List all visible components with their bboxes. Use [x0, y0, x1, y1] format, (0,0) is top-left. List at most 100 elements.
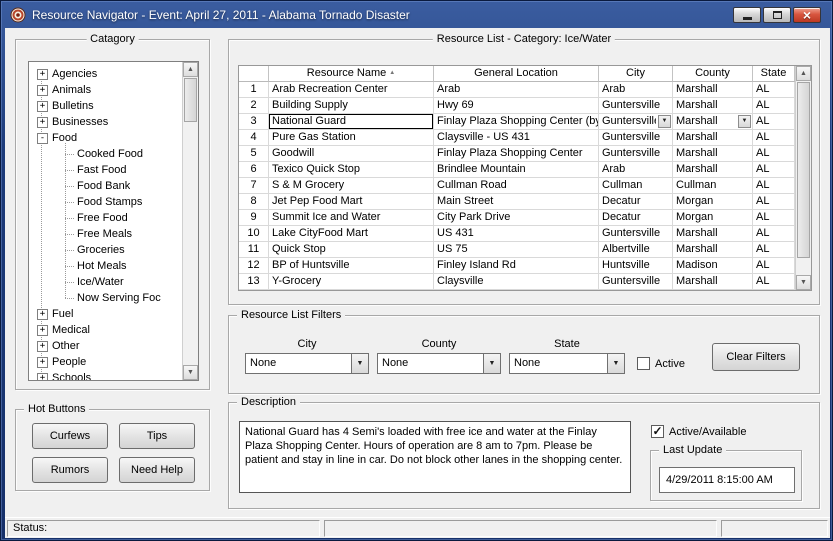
cell-general-location[interactable]: Cullman Road — [434, 178, 599, 194]
cell-city[interactable]: Guntersville — [599, 146, 673, 162]
tree-item-businesses[interactable]: + Businesses — [29, 114, 182, 130]
table-row[interactable]: 9 Summit Ice and Water City Park Drive D… — [239, 210, 811, 226]
tree-item-agencies[interactable]: + Agencies — [29, 66, 182, 82]
cell-general-location[interactable]: City Park Drive — [434, 210, 599, 226]
table-row[interactable]: 10 Lake CityFood Mart US 431 Guntersvill… — [239, 226, 811, 242]
cell-county[interactable]: Madison — [673, 258, 753, 274]
cell-resource-name[interactable]: Summit Ice and Water — [269, 210, 434, 226]
header-county[interactable]: County — [673, 66, 753, 82]
expand-icon[interactable]: + — [37, 100, 48, 112]
active-available-checkbox[interactable]: ✓ — [651, 425, 664, 438]
cell-resource-name[interactable]: Quick Stop — [269, 242, 434, 258]
expand-icon[interactable]: + — [37, 372, 48, 380]
dropdown-arrow-icon[interactable]: ▼ — [351, 354, 368, 373]
tree-item-food-stamps[interactable]: Food Stamps — [29, 194, 182, 210]
tree-item-cooked-food[interactable]: Cooked Food — [29, 146, 182, 162]
cell-general-location[interactable]: Main Street — [434, 194, 599, 210]
tree-item-now-serving-food[interactable]: Now Serving Foc — [29, 290, 182, 306]
table-row[interactable]: 11 Quick Stop US 75 Albertville Marshall… — [239, 242, 811, 258]
county-filter-dropdown[interactable]: None ▼ — [377, 353, 501, 374]
cell-general-location[interactable]: Brindlee Mountain — [434, 162, 599, 178]
cell-county[interactable]: Marshall — [673, 274, 753, 290]
collapse-icon[interactable]: - — [37, 132, 48, 144]
cell-general-location[interactable]: Claysville — [434, 274, 599, 290]
active-filter-checkbox[interactable] — [637, 357, 650, 370]
tree-item-hot-meals[interactable]: Hot Meals — [29, 258, 182, 274]
cell-general-location[interactable]: Finlay Plaza Shopping Center — [434, 146, 599, 162]
table-scrollbar-thumb[interactable] — [797, 82, 810, 258]
tree-item-food[interactable]: - Food — [29, 130, 182, 146]
cell-city[interactable]: Arab — [599, 162, 673, 178]
expand-icon[interactable]: + — [37, 324, 48, 336]
tree-item-other[interactable]: + Other — [29, 338, 182, 354]
cell-state[interactable]: AL — [753, 146, 795, 162]
cell-state[interactable]: AL — [753, 98, 795, 114]
cell-general-location[interactable]: US 431 — [434, 226, 599, 242]
tree-item-ice-water[interactable]: Ice/Water — [29, 274, 182, 290]
cell-general-location[interactable]: Hwy 69 — [434, 98, 599, 114]
tree-item-groceries[interactable]: Groceries — [29, 242, 182, 258]
table-row[interactable]: 7 S & M Grocery Cullman Road Cullman Cul… — [239, 178, 811, 194]
city-filter-dropdown[interactable]: None ▼ — [245, 353, 369, 374]
table-row[interactable]: 6 Texico Quick Stop Brindlee Mountain Ar… — [239, 162, 811, 178]
cell-county[interactable]: Marshall — [673, 162, 753, 178]
cell-county[interactable]: Morgan — [673, 194, 753, 210]
cell-city[interactable]: Albertville — [599, 242, 673, 258]
scroll-up-icon[interactable]: ▲ — [183, 62, 198, 77]
cell-county[interactable]: Marshall — [673, 98, 753, 114]
cell-county[interactable]: Cullman — [673, 178, 753, 194]
cell-resource-name[interactable]: S & M Grocery — [269, 178, 434, 194]
title-bar[interactable]: Resource Navigator - Event: April 27, 20… — [1, 1, 832, 28]
cell-general-location[interactable]: Finley Island Rd — [434, 258, 599, 274]
tree-item-animals[interactable]: + Animals — [29, 82, 182, 98]
state-filter-dropdown[interactable]: None ▼ — [509, 353, 625, 374]
cell-city[interactable]: Guntersville — [599, 274, 673, 290]
tree-item-medical[interactable]: + Medical — [29, 322, 182, 338]
cell-county[interactable]: Marshall — [673, 82, 753, 98]
cell-resource-name[interactable]: Pure Gas Station — [269, 130, 434, 146]
cell-resource-name-current[interactable]: National Guard — [269, 114, 434, 130]
minimize-button[interactable] — [733, 7, 761, 23]
expand-icon[interactable]: + — [37, 84, 48, 96]
table-row[interactable]: 2 Building Supply Hwy 69 Guntersville Ma… — [239, 98, 811, 114]
cell-resource-name[interactable]: Goodwill — [269, 146, 434, 162]
cell-state[interactable]: AL — [753, 130, 795, 146]
rumors-button[interactable]: Rumors — [32, 457, 108, 483]
tree-item-free-food[interactable]: Free Food — [29, 210, 182, 226]
header-state[interactable]: State — [753, 66, 795, 82]
cell-state[interactable]: AL — [753, 242, 795, 258]
expand-icon[interactable]: + — [37, 116, 48, 128]
header-general-location[interactable]: General Location — [434, 66, 599, 82]
expand-icon[interactable]: + — [37, 68, 48, 80]
cell-state[interactable]: AL — [753, 82, 795, 98]
cell-city[interactable]: Huntsville — [599, 258, 673, 274]
dropdown-arrow-icon[interactable]: ▼ — [483, 354, 500, 373]
header-resource-name[interactable]: Resource Name ▲ — [269, 66, 434, 82]
need-help-button[interactable]: Need Help — [119, 457, 195, 483]
tree-item-schools[interactable]: + Schools — [29, 370, 182, 380]
cell-resource-name[interactable]: Arab Recreation Center — [269, 82, 434, 98]
cell-county[interactable]: Marshall — [673, 226, 753, 242]
table-row[interactable]: 8 Jet Pep Food Mart Main Street Decatur … — [239, 194, 811, 210]
cell-state[interactable]: AL — [753, 178, 795, 194]
cell-general-location[interactable]: US 75 — [434, 242, 599, 258]
cell-city[interactable]: Guntersville — [599, 130, 673, 146]
table-row[interactable]: 4 Pure Gas Station Claysville - US 431 G… — [239, 130, 811, 146]
scroll-down-icon[interactable]: ▼ — [796, 275, 811, 290]
cell-resource-name[interactable]: Jet Pep Food Mart — [269, 194, 434, 210]
cell-city[interactable]: Guntersville — [599, 98, 673, 114]
cell-general-location[interactable]: Arab — [434, 82, 599, 98]
tree-item-food-bank[interactable]: Food Bank — [29, 178, 182, 194]
cell-city[interactable]: Arab — [599, 82, 673, 98]
tree-item-free-meals[interactable]: Free Meals — [29, 226, 182, 242]
city-dropdown-icon[interactable]: ▼ — [658, 115, 671, 128]
cell-state[interactable]: AL — [753, 258, 795, 274]
last-update-field[interactable]: 4/29/2011 8:15:00 AM — [659, 467, 795, 493]
cell-county[interactable]: Marshall — [673, 242, 753, 258]
cell-state[interactable]: AL — [753, 210, 795, 226]
cell-city[interactable]: Guntersville — [599, 226, 673, 242]
curfews-button[interactable]: Curfews — [32, 423, 108, 449]
cell-county[interactable]: Morgan — [673, 210, 753, 226]
cell-resource-name[interactable]: Texico Quick Stop — [269, 162, 434, 178]
county-dropdown-icon[interactable]: ▼ — [738, 115, 751, 128]
